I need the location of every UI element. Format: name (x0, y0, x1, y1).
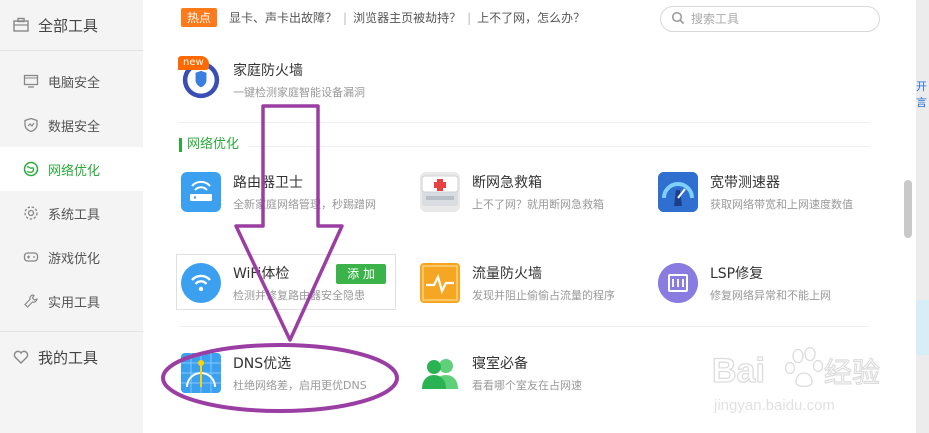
tool-name: DNS优选 (233, 356, 292, 372)
hot-link[interactable]: 上不了网，怎么办？ (477, 9, 585, 26)
tool-desc: 获取网络带宽和上网速度数值 (710, 198, 853, 211)
add-wifi-check-button[interactable]: 添 加 (336, 264, 386, 284)
sidebar-all-tools-label: 全部工具 (38, 16, 99, 35)
traffic-wall-icon (420, 263, 460, 303)
tool-desc: 看看哪个室友在占网速 (472, 379, 582, 392)
sidebar-item-label: 实用工具 (48, 295, 101, 311)
sidebar-item-game-optimize[interactable]: 游戏优化 (0, 235, 143, 279)
tool-name: 流量防火墙 (472, 266, 542, 282)
sidebar-item-network-optimize[interactable]: 网络优化 (0, 147, 143, 191)
baidu-jingyan-watermark: Bai 经验 jingyan.baidu.com (711, 346, 881, 414)
hot-link[interactable]: 显卡、声卡出故障？ (229, 9, 337, 26)
speedometer-icon (658, 172, 698, 212)
router-icon (181, 172, 221, 212)
sidebar-item-label: 数据安全 (48, 119, 101, 135)
tool-desc: 检测并修复路由器安全隐患 (233, 289, 365, 302)
toolbox-icon (12, 16, 30, 34)
tool-desc: 全新家庭网络管理，秒踢蹭网 (233, 198, 376, 211)
first-aid-icon (420, 172, 460, 212)
tool-name: 路由器卫士 (233, 175, 303, 191)
tool-name: 宽带测速器 (710, 175, 780, 191)
tool-lsp-repair[interactable]: LSP修复 修复网络异常和不能上网 (658, 263, 831, 303)
hot-separator: | (343, 10, 348, 25)
sidebar-item-label: 系统工具 (48, 207, 101, 223)
tool-desc: 一键检测家庭智能设备漏洞 (233, 86, 365, 99)
tool-desc: 发现并阻止偷偷占流量的程序 (472, 289, 615, 302)
heart-icon (12, 348, 30, 366)
monitor-icon (22, 72, 40, 90)
hot-topics-bar: 热点 显卡、声卡出故障？ | 浏览器主页被劫持？ | 上不了网，怎么办？ (181, 8, 585, 27)
lsp-chip-icon (658, 263, 698, 303)
tool-name: 寝室必备 (472, 356, 528, 372)
gamepad-icon (22, 248, 40, 266)
sidebar-my-tools[interactable]: 我的工具 (0, 332, 143, 382)
sidebar-item-data-security[interactable]: 数据安全 (0, 103, 143, 147)
tool-broadband-speed[interactable]: 宽带测速器 获取网络带宽和上网速度数值 (658, 172, 853, 212)
gear-icon (22, 204, 40, 222)
scrollbar-thumb[interactable] (904, 180, 912, 238)
sidebar-my-tools-label: 我的工具 (38, 348, 99, 367)
hot-badge: 热点 (181, 8, 218, 27)
sidebar-item-system-tools[interactable]: 系统工具 (0, 191, 143, 235)
globe-icon (22, 160, 40, 178)
roommates-icon (420, 353, 460, 393)
wrench-icon (22, 292, 40, 310)
tool-dns-optimize[interactable]: DNS优选 杜绝网络差，启用更优DNS (181, 353, 367, 393)
dns-globe-icon (181, 353, 221, 393)
watermark-cn: 经验 (824, 356, 880, 389)
new-badge: new (178, 56, 209, 70)
tool-desc: 杜绝网络差，启用更优DNS (233, 379, 367, 392)
tool-network-emergency[interactable]: 断网急救箱 上不了网？就用断网急救箱 (420, 172, 604, 212)
sidebar: 全部工具 电脑安全 数据安全 网络优化 系统工具 游戏优化 实用工具 我的工具 (0, 0, 143, 433)
background-window-image (916, 300, 929, 355)
divider (179, 326, 869, 327)
search-input[interactable] (691, 12, 861, 26)
section-title-network: 网络优化 (179, 138, 239, 152)
watermark-brand: Bai (712, 352, 765, 390)
tool-router-guard[interactable]: 路由器卫士 全新家庭网络管理，秒踢蹭网 (181, 172, 376, 212)
tool-traffic-firewall[interactable]: 流量防火墙 发现并阻止偷偷占流量的程序 (420, 263, 615, 303)
paw-icon (784, 346, 824, 388)
background-window-text: 开言 (916, 80, 927, 109)
search-icon (671, 11, 685, 28)
sidebar-item-utilities[interactable]: 实用工具 (0, 279, 143, 323)
divider (248, 146, 869, 147)
search-box[interactable] (660, 6, 880, 32)
background-window-edge (916, 0, 929, 433)
sidebar-item-label: 电脑安全 (48, 75, 101, 91)
hot-separator: | (467, 10, 472, 25)
watermark-url: jingyan.baidu.com (713, 397, 835, 414)
shield-icon (22, 116, 40, 134)
tool-name: 家庭防火墙 (233, 63, 303, 79)
tool-name: 断网急救箱 (472, 175, 542, 191)
tool-desc: 上不了网？就用断网急救箱 (472, 198, 604, 211)
sidebar-all-tools[interactable]: 全部工具 (0, 0, 143, 50)
tool-desc: 修复网络异常和不能上网 (710, 289, 831, 302)
wifi-shield-icon (181, 263, 221, 303)
sidebar-item-pc-security[interactable]: 电脑安全 (0, 59, 143, 103)
divider (179, 122, 869, 123)
hot-link[interactable]: 浏览器主页被劫持？ (353, 9, 461, 26)
tool-name: LSP修复 (710, 266, 764, 282)
sidebar-item-label: 网络优化 (48, 163, 101, 179)
tool-dorm-essential[interactable]: 寝室必备 看看哪个室友在占网速 (420, 353, 582, 393)
sidebar-item-label: 游戏优化 (48, 251, 101, 267)
